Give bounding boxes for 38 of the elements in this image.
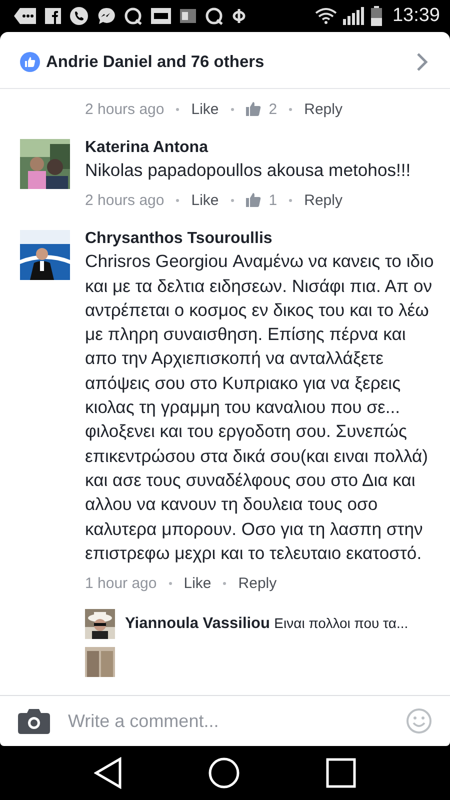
- like-link[interactable]: Like: [184, 574, 212, 592]
- comment-input-field[interactable]: Write a comment...: [66, 710, 390, 732]
- like-count: 1: [268, 192, 278, 209]
- comment-time: 1 hour ago: [85, 574, 157, 592]
- likes-summary: Andrie Daniel and 76 others: [46, 52, 266, 72]
- clock-time: 13:39: [392, 5, 440, 27]
- reply-link[interactable]: Reply: [238, 574, 277, 592]
- comment-text: Nikolas papadopoullos akousa metohos!!!: [85, 159, 412, 182]
- wifi-icon: [315, 8, 338, 24]
- reply-preview-text: Ειναι πολλοι που τα...: [274, 615, 408, 632]
- camera-icon[interactable]: [18, 708, 50, 734]
- recents-icon[interactable]: [326, 758, 356, 788]
- commenter-name[interactable]: Chrysanthos Tsouroullis: [85, 230, 436, 248]
- reply-link[interactable]: Reply: [304, 100, 342, 118]
- like-count: 2: [268, 100, 278, 118]
- comment-text: Chrisros Georgiou Αναμένω να κανεις το ιδιο και με τα δελτια ειδησεων. Νισάφι πια. Απ ον αντρέπεται ο κοσμος εν δικος του και το λέω με πληρη συναισθηση. Επίσης πέρνα και απο την Αρχιεπισκοπή να ανταλλάξετε απόψεις σου στο Κυπριακο για να ξερεις κιολας τη γραμμη του καναλιου που σε... φιλοξενει και του εργοδοτη σου. Συνεπώς επικεντρώσου στα δικά σου(και ειναι πολλά) και ασε τους συναδέλφους σου στο Δια και αλλου να κανουν τη δουλεια τους οσο καλυτερα μπορουν. Οσο για τη λασπη στην επιστρεφω μεχρι και το τελευταιο εκατοστό.: [85, 250, 435, 565]
- replier-name[interactable]: Yiannoula Vassiliou: [125, 615, 270, 632]
- back-tag-icon: [14, 8, 36, 24]
- app-icon: [151, 8, 171, 24]
- chat-bubble-icon: [97, 7, 115, 25]
- reply-link[interactable]: Reply: [304, 192, 342, 209]
- chevron-right-icon: [416, 52, 428, 72]
- thumbs-up-icon: [246, 102, 261, 116]
- comment-time: 2 hours ago: [85, 100, 164, 118]
- thumbs-up-icon: [246, 193, 261, 208]
- comment-time: 2 hours ago: [85, 192, 164, 209]
- home-icon[interactable]: [208, 757, 240, 789]
- battery-icon: [371, 6, 382, 26]
- likes-bar[interactable]: Andrie Daniel and 76 others: [0, 32, 450, 89]
- thumbs-up-icon: [20, 52, 40, 72]
- phi-icon: [232, 8, 246, 24]
- app-icon: [45, 8, 61, 24]
- like-link[interactable]: Like: [191, 192, 219, 209]
- back-icon[interactable]: [94, 757, 122, 789]
- like-link[interactable]: Like: [191, 100, 219, 118]
- signal-icon: [343, 7, 366, 25]
- commenter-name[interactable]: Katerina Antona: [85, 139, 436, 157]
- phone-icon: [70, 7, 88, 25]
